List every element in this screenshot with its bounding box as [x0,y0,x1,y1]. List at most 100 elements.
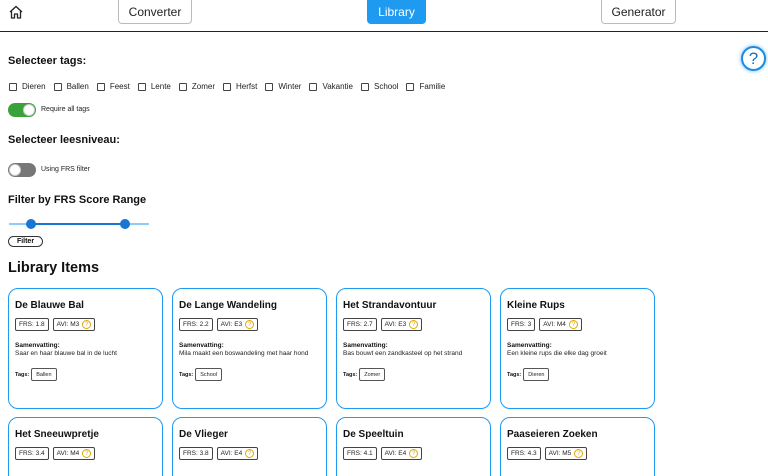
checkbox[interactable] [406,82,415,91]
frs-filter-label: Using FRS filter [41,166,91,173]
avi-badge: AVI: M5? [544,447,588,460]
tags-heading: Selecteer tags: [8,55,87,67]
frs-badge: FRS: 3.8 [179,447,213,460]
tag-checkbox-school[interactable]: School [361,82,398,91]
avi-badge: AVI: E3? [216,318,259,331]
avi-value: AVI: E4 [220,450,243,457]
level-heading: Selecteer leesniveau: [8,134,120,146]
checkbox[interactable] [178,82,187,91]
question-info-icon[interactable]: ? [409,320,419,329]
avi-badge: AVI: E4? [216,447,259,460]
tag-checkbox-winter[interactable]: Winter [265,82,301,91]
tag-checkbox-list: Dieren Ballen Feest Lente Zomer Herfst W… [9,82,453,91]
question-info-icon[interactable]: ? [245,320,255,329]
tag-checkbox-familie[interactable]: Familie [406,82,445,91]
avi-badge: AVI: M3? [52,318,96,331]
tag-label: School [374,82,399,91]
tag-checkbox-lente[interactable]: Lente [137,82,171,91]
summary-label: Samenvatting: [507,342,552,349]
question-info-icon[interactable]: ? [568,320,578,329]
library-card[interactable]: Het Sneeuwpretje FRS: 3.4 AVI: M4? [8,417,163,476]
require-all-tags-toggle[interactable] [8,103,36,117]
question-info-icon[interactable]: ? [82,320,92,329]
tags-label: Tags: [15,371,30,378]
question-info-icon[interactable]: ? [574,449,584,458]
avi-value: AVI: E4 [384,450,407,457]
checkbox[interactable] [265,82,274,91]
library-card[interactable]: Paaseieren Zoeken FRS: 4.3 AVI: M5? [500,417,655,476]
frs-badge: FRS: 3 [507,318,536,331]
frs-badge: FRS: 1.8 [15,318,49,331]
require-all-tags-label: Require all tags [41,106,90,113]
summary-text: Saar en haar blauwe bal in de lucht [15,350,117,357]
frs-range-slider[interactable] [9,218,149,230]
avi-value: AVI: M4 [543,321,566,328]
avi-value: AVI: E3 [220,321,243,328]
summary-label: Samenvatting: [179,342,224,349]
home-icon[interactable] [8,4,24,20]
slider-thumb-high[interactable] [120,219,130,229]
tag-checkbox-dieren[interactable]: Dieren [9,82,46,91]
summary-label: Samenvatting: [343,342,388,349]
library-card[interactable]: Het Strandavontuur FRS: 2.7 AVI: E3? Sam… [336,288,491,409]
checkbox[interactable] [96,82,105,91]
tag-label: Zomer [191,82,215,91]
tag-label: Ballen [66,82,89,91]
tag-checkbox-zomer[interactable]: Zomer [178,82,215,91]
summary-text: Een kleine rups die elke dag groeit [507,350,607,357]
library-card[interactable]: Kleine Rups FRS: 3 AVI: M4? Samenvatting… [500,288,655,409]
question-info-icon[interactable]: ? [245,449,255,458]
checkbox[interactable] [137,82,146,91]
nav-library-button[interactable]: Library [367,0,426,24]
nav-converter-button[interactable]: Converter [118,0,192,24]
summary-text: Mila maakt een boswandeling met haar hon… [179,350,309,357]
card-title: De Blauwe Bal [15,300,84,311]
tag-label: Dieren [22,82,46,91]
nav-generator-button[interactable]: Generator [601,0,676,24]
checkbox[interactable] [223,82,231,91]
frs-badge: FRS: 2.2 [179,318,213,331]
avi-value: AVI: M4 [56,450,80,457]
avi-value: AVI: M5 [548,450,572,457]
library-card[interactable]: De Lange Wandeling FRS: 2.2 AVI: E3? Sam… [172,288,327,409]
frs-badge: FRS: 4.1 [343,447,377,460]
card-title: De Vlieger [179,429,228,440]
tag-checkbox-ballen[interactable]: Ballen [53,82,89,91]
card-title: De Speeltuin [343,429,404,440]
tag-label: Feest [109,82,130,91]
summary-text: Bas bouwt een zandkasteel op het strand [343,350,463,357]
checkbox[interactable] [9,82,17,91]
help-button[interactable]: ? [741,46,766,71]
question-info-icon[interactable]: ? [82,449,92,458]
toggle-knob [23,104,35,116]
checkbox[interactable] [53,82,62,91]
library-heading: Library Items [8,260,100,276]
tag-label: Herfst [236,82,258,91]
top-nav-bar: Converter Library Generator [0,0,768,32]
tag-checkbox-feest[interactable]: Feest [96,82,130,91]
filter-button[interactable]: Filter [8,236,43,247]
tag-chip: Zomer [359,368,386,381]
avi-value: AVI: E3 [384,321,407,328]
tag-label: Familie [419,82,446,91]
tag-label: Vakantie [322,82,354,91]
frs-filter-toggle[interactable] [8,163,36,177]
frs-badge: FRS: 4.3 [507,447,541,460]
checkbox[interactable] [309,82,318,91]
card-title: Paaseieren Zoeken [507,429,598,440]
question-info-icon[interactable]: ? [409,449,419,458]
library-card[interactable]: De Speeltuin FRS: 4.1 AVI: E4? [336,417,491,476]
card-tags: Tags: Zomer [343,368,484,381]
slider-thumb-low[interactable] [26,219,36,229]
tag-checkbox-herfst[interactable]: Herfst [223,82,257,91]
library-card[interactable]: De Vlieger FRS: 3.8 AVI: E4? [172,417,327,476]
slider-track [31,223,125,225]
library-card[interactable]: De Blauwe Bal FRS: 1.8 AVI: M3? Samenvat… [8,288,163,409]
tag-checkbox-vakantie[interactable]: Vakantie [309,82,353,91]
card-title: Het Strandavontuur [343,300,437,311]
checkbox[interactable] [361,82,370,91]
tag-chip: Ballen [31,368,57,381]
frs-badge: FRS: 3.4 [15,447,49,460]
tag-label: Lente [150,82,171,91]
card-tags: Tags: Dieren [507,368,648,381]
